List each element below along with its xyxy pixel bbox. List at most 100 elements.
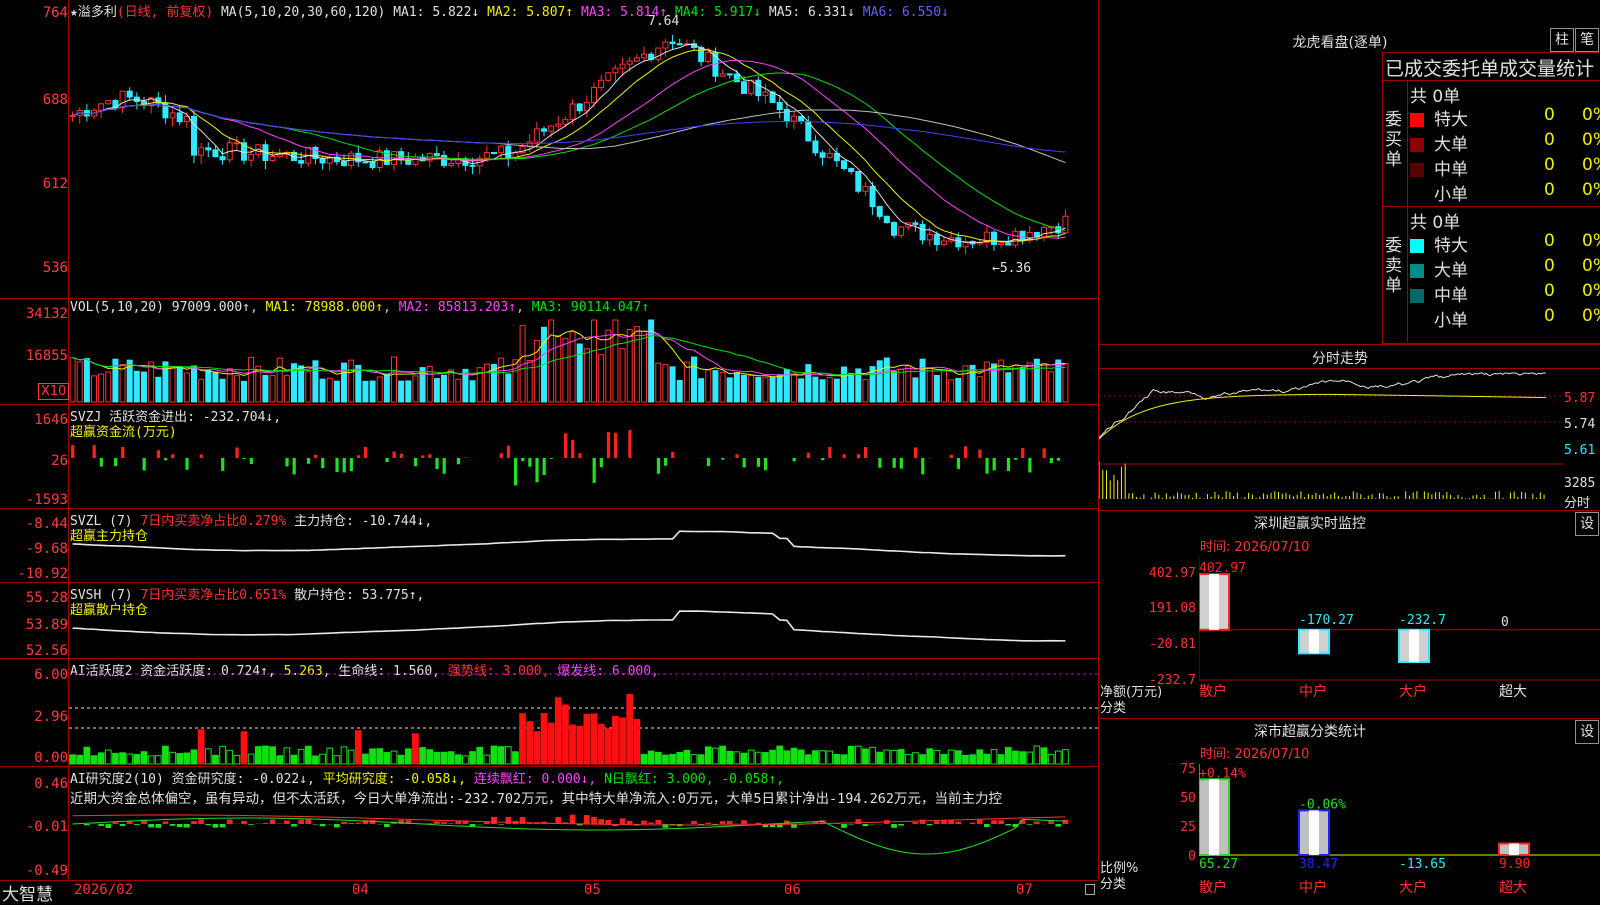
flow-bar — [435, 458, 438, 469]
order-count: 0 — [1544, 306, 1555, 326]
activity-bar — [1020, 752, 1026, 764]
bar-highlight — [1409, 630, 1419, 662]
activity-bar — [255, 747, 261, 764]
flow-bar — [600, 458, 603, 467]
volume-bar — [863, 380, 868, 402]
flow-bar — [185, 458, 188, 470]
volume-bar — [756, 377, 761, 402]
vol-ma-line — [73, 331, 1066, 377]
sz-monitor-settings-button[interactable]: 设 — [1575, 512, 1599, 536]
tick-view-button[interactable]: 笔 — [1575, 28, 1599, 52]
divider-svzl-svsh — [0, 582, 1098, 583]
volume-bar — [284, 376, 289, 402]
activity-bar — [877, 752, 883, 764]
activity-bar — [191, 750, 197, 764]
candle — [820, 153, 825, 158]
candle — [599, 80, 604, 87]
candle — [706, 53, 711, 62]
intraday-chart[interactable] — [1099, 369, 1564, 509]
bar-value-label: 9.90 — [1499, 857, 1530, 872]
sz-class-bar-chart[interactable]: +0.14%65.27散户-0.06%38.47中户-13.65大户9.90超大 — [1199, 764, 1600, 900]
volume-bar — [320, 379, 325, 402]
ai-activity-chart[interactable] — [69, 672, 1098, 766]
lhb-col-divider — [1407, 80, 1408, 342]
candle — [270, 156, 275, 160]
research-bar — [1005, 824, 1011, 825]
candle — [363, 162, 368, 163]
activity-bar — [698, 755, 704, 764]
activity-bar — [948, 750, 954, 764]
activity-bar — [170, 752, 176, 764]
volume-bar — [956, 378, 961, 402]
candle — [877, 207, 882, 217]
activity-bar — [548, 723, 554, 764]
volume-bar — [413, 376, 418, 402]
activity-bar — [405, 749, 411, 764]
ai-res-streak: 连续飘红: 0.000↓, — [474, 772, 604, 787]
sz-monitor-bar-chart[interactable]: 402.97散户-170.27中户-232.7大户0超大 — [1199, 556, 1600, 716]
ai-res-header: AI研究度2(10) 资金研究度: -0.022↓, 平均研究度: -0.058… — [70, 768, 784, 787]
divider-vol-svzj — [0, 404, 1098, 405]
research-bar — [470, 824, 476, 826]
vol-ma1: MA1: 78988.000↑ — [266, 300, 383, 315]
volume-bar — [142, 372, 147, 402]
flow-bar — [735, 454, 738, 458]
activity-bar — [998, 755, 1004, 764]
svzl-chart[interactable] — [69, 520, 1098, 582]
research-bar — [984, 824, 990, 827]
volume-bar — [120, 365, 125, 402]
bar-view-button[interactable]: 柱 — [1550, 28, 1574, 52]
sz-class-settings-button[interactable]: 设 — [1575, 720, 1599, 744]
bar-value-label: 402.97 — [1199, 561, 1246, 576]
research-bar — [498, 824, 504, 825]
ai2-axis-label: 0.00 — [0, 750, 68, 766]
volume-bar — [1042, 364, 1047, 402]
flow-bar — [671, 452, 674, 458]
color-swatch — [1410, 188, 1424, 202]
candle — [677, 44, 682, 45]
svsh-chart[interactable] — [69, 594, 1098, 658]
candle — [177, 113, 182, 122]
order-type: 大单 — [1434, 135, 1468, 155]
activity-bar — [534, 732, 540, 764]
volume-bar — [899, 369, 904, 402]
flow-bar — [164, 458, 167, 460]
date-tick: 06 — [784, 882, 801, 898]
flow-bar — [743, 458, 746, 467]
research-bar — [920, 820, 926, 824]
svzj-chart[interactable] — [69, 420, 1098, 508]
volume-bar — [106, 372, 111, 402]
ai-res-axis-label: -0.49 — [0, 863, 68, 879]
activity-bar — [248, 754, 254, 764]
buy-order-row: 大单00% — [1410, 130, 1468, 155]
ai-research-chart[interactable] — [69, 804, 1098, 880]
activity-bar — [134, 754, 140, 764]
volume-bar — [827, 378, 832, 402]
activity-bar — [763, 753, 769, 764]
research-bar — [641, 821, 647, 824]
flow-bar — [828, 447, 831, 458]
volume-bar — [377, 377, 382, 402]
candle — [827, 153, 832, 157]
color-swatch — [1410, 138, 1424, 152]
volume-bar — [770, 377, 775, 402]
volume-bar — [749, 376, 754, 402]
research-bar — [148, 824, 154, 827]
price-candlestick-chart[interactable] — [69, 16, 1098, 298]
volume-bar — [234, 376, 239, 402]
activity-bar — [298, 749, 304, 764]
activity-bar — [148, 756, 154, 764]
volume-bar — [70, 358, 75, 402]
flow-bar — [443, 458, 446, 474]
lock-icon[interactable] — [1085, 884, 1095, 895]
research-bar — [384, 824, 390, 827]
candle — [634, 58, 639, 61]
sz-class-top-border — [1098, 718, 1600, 719]
bar-value-label: 0 — [1501, 615, 1509, 630]
research-bar — [855, 819, 861, 824]
volume-bar — [363, 381, 368, 402]
volume-bar — [606, 330, 611, 402]
main-position-line — [73, 531, 1066, 556]
volume-chart[interactable] — [69, 314, 1098, 404]
order-type: 中单 — [1434, 286, 1468, 306]
